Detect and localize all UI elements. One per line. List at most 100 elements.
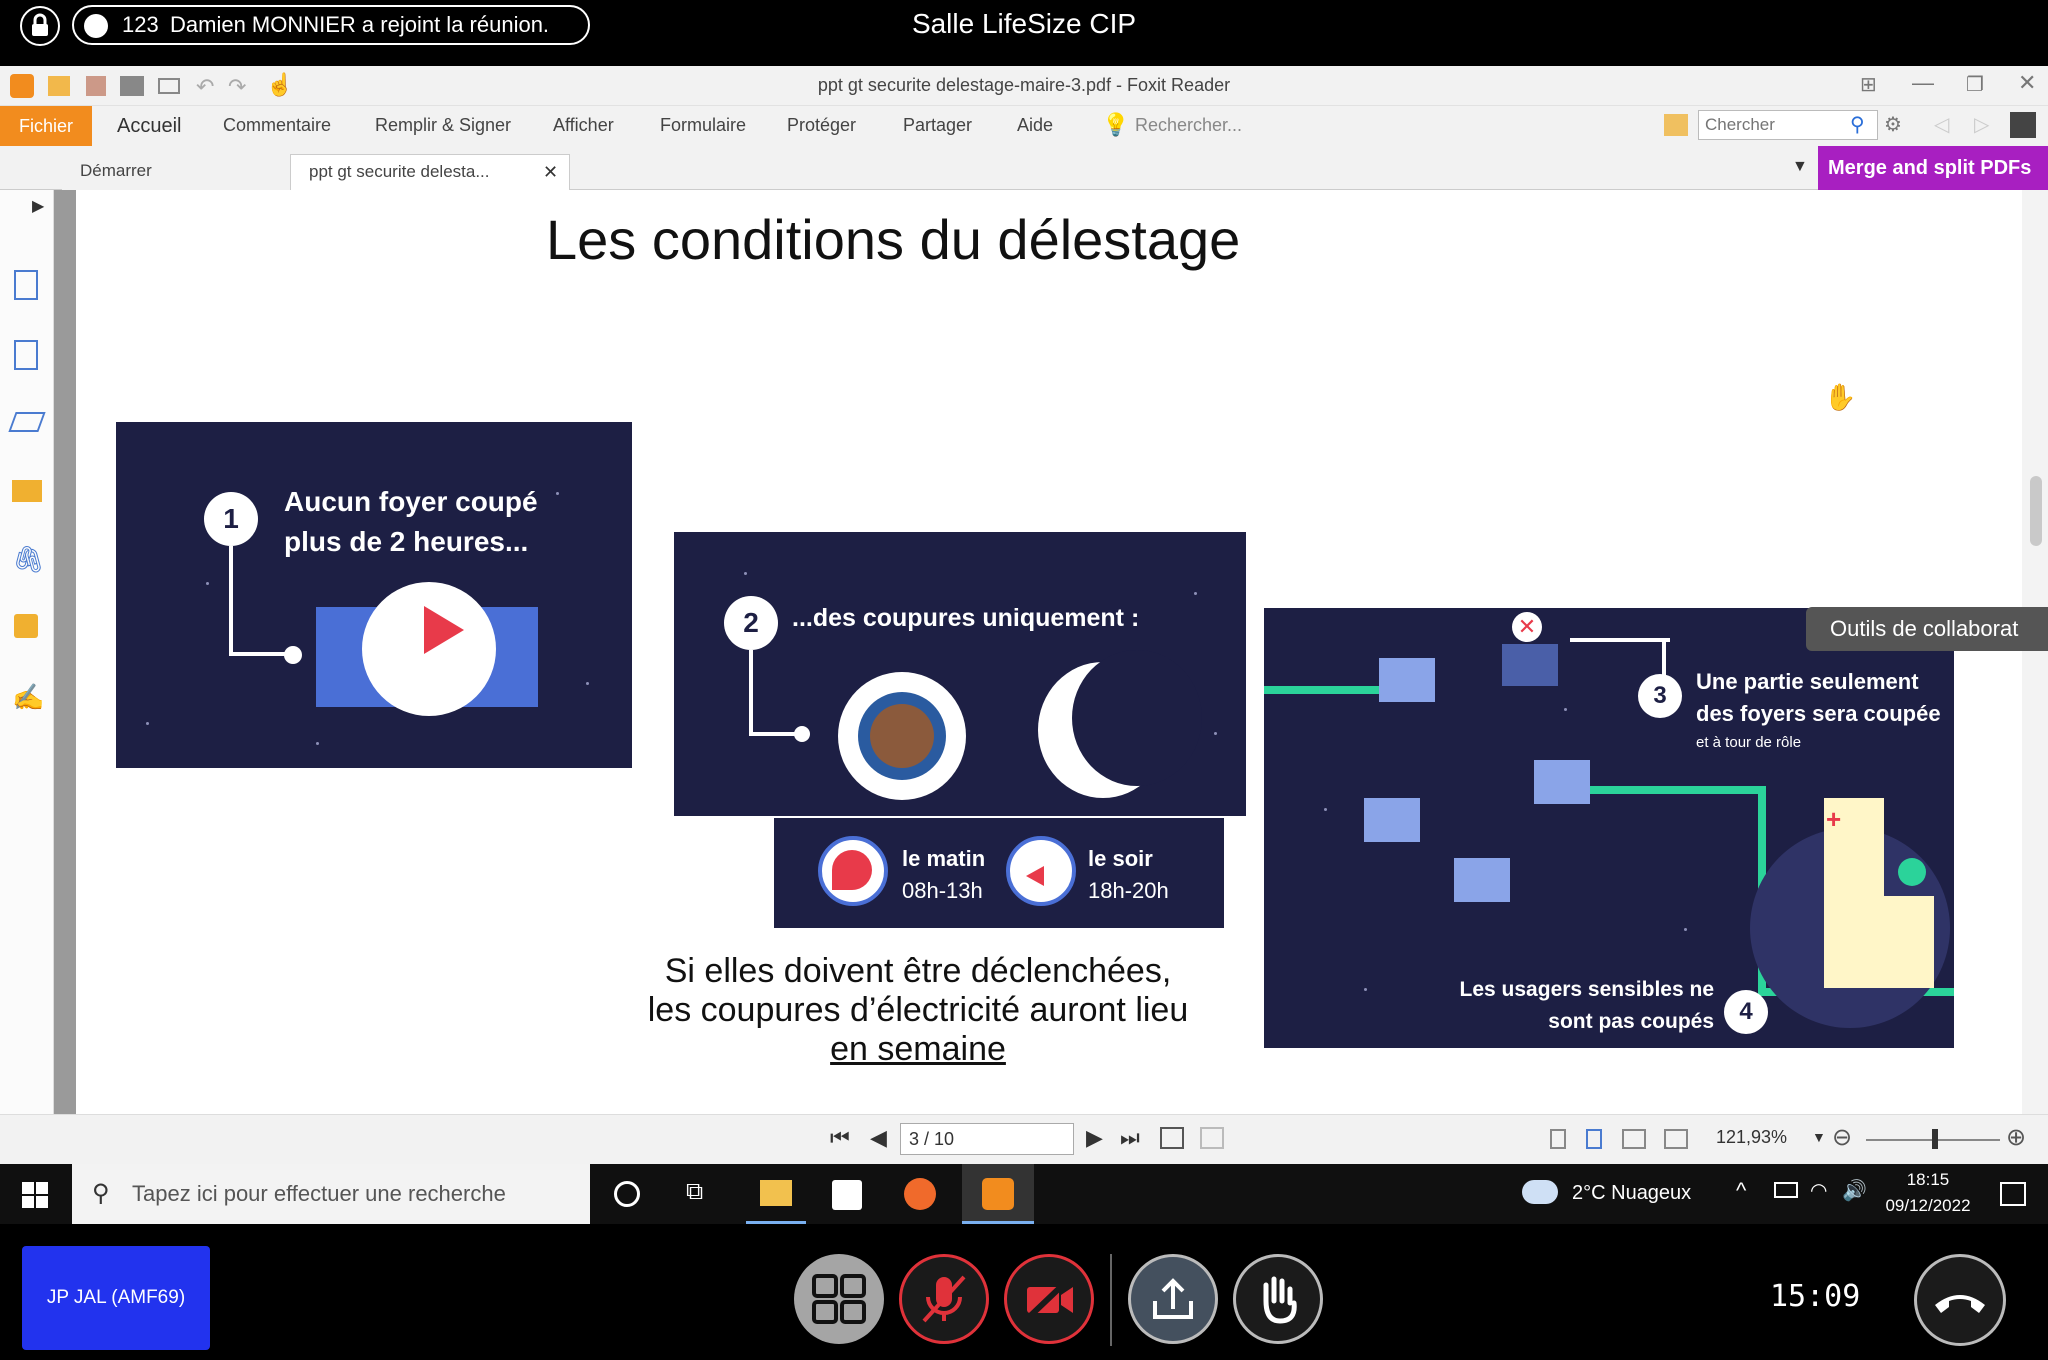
close-tab-icon[interactable]: ✕ <box>543 155 558 189</box>
continuous-icon[interactable] <box>1586 1129 1602 1149</box>
notifications-icon[interactable] <box>2000 1182 2026 1206</box>
chevron-up-icon[interactable]: ^ <box>1736 1178 1746 1204</box>
bookmark-icon[interactable] <box>14 270 38 300</box>
close-icon[interactable]: ✕ <box>2018 70 2036 96</box>
house-icon <box>1454 858 1510 902</box>
step-number: 3 <box>1638 674 1682 718</box>
scroll-thumb[interactable] <box>2030 476 2042 546</box>
task-view-icon[interactable]: ⧉ <box>686 1178 703 1206</box>
tab-current-document[interactable]: ppt gt securite delesta... ✕ <box>290 154 570 190</box>
settings-gear-icon[interactable]: ⚙ <box>1884 112 1902 137</box>
ribbon-toggle-icon[interactable]: ⊞ <box>1860 72 1877 97</box>
collaboration-tools-button[interactable]: Outils de collaborat <box>1806 607 2048 651</box>
menu-remplir-signer[interactable]: Remplir & Signer <box>375 115 511 136</box>
vertical-scrollbar[interactable] <box>2022 190 2048 1114</box>
cortana-icon[interactable] <box>614 1181 640 1207</box>
camera-off-button[interactable] <box>1004 1254 1094 1344</box>
connector-line <box>749 650 753 736</box>
continuous-facing-icon[interactable] <box>1664 1129 1688 1149</box>
zoom-slider-thumb[interactable] <box>1932 1129 1938 1149</box>
clock-hand-icon <box>424 606 464 654</box>
windows-start-icon[interactable] <box>22 1182 48 1208</box>
menu-partager[interactable]: Partager <box>903 115 972 136</box>
power-off-icon: ✕ <box>1512 612 1542 642</box>
layout-grid-button[interactable] <box>794 1254 884 1344</box>
divider <box>1110 1254 1112 1346</box>
next-result-icon[interactable]: ▷ <box>1974 112 1989 137</box>
zoom-in-icon[interactable]: ⊕ <box>2006 1123 2026 1152</box>
menu-aide[interactable]: Aide <box>1017 115 1053 136</box>
taskbar-search[interactable]: ⚲ Tapez ici pour effectuer une recherche <box>72 1164 590 1224</box>
next-page-icon[interactable]: ▶ <box>1086 1125 1103 1151</box>
firefox-icon[interactable] <box>904 1178 936 1210</box>
phone-hangup-icon <box>1935 1295 1985 1313</box>
share-content-button[interactable] <box>1128 1254 1218 1344</box>
single-page-icon[interactable] <box>1550 1129 1566 1149</box>
foxit-taskbar-icon[interactable] <box>962 1164 1034 1224</box>
volume-icon[interactable]: 🔊 <box>1842 1178 1867 1203</box>
signature-icon[interactable]: ✍ <box>12 682 44 713</box>
pages-icon[interactable] <box>14 340 38 370</box>
share-upload-icon <box>1153 1278 1193 1319</box>
room-name: Salle LifeSize CIP <box>911 8 1137 39</box>
tab-demarrer[interactable]: Démarrer <box>62 154 292 190</box>
tabs-dropdown-icon[interactable]: ▼ <box>1792 158 1808 176</box>
menu-commentaire[interactable]: Commentaire <box>223 115 331 136</box>
self-user-tile[interactable]: JP JAL (AMF69) <box>22 1246 210 1350</box>
battery-icon[interactable] <box>1774 1182 1798 1198</box>
store-icon[interactable] <box>832 1180 862 1210</box>
layers-icon[interactable] <box>8 412 46 432</box>
menu-accueil[interactable]: Accueil <box>117 115 181 138</box>
camera-off-icon <box>1024 1276 1073 1322</box>
document-tabs: Démarrer ppt gt securite delesta... ✕ ▼ <box>0 146 2048 190</box>
menu-formulaire[interactable]: Formulaire <box>660 115 746 136</box>
zoom-out-icon[interactable]: ⊖ <box>1832 1123 1852 1152</box>
comments-icon[interactable] <box>12 480 42 502</box>
raise-hand-button[interactable] <box>1233 1254 1323 1344</box>
weather[interactable]: 2°C Nuageux <box>1572 1182 1691 1205</box>
file-explorer-icon[interactable] <box>746 1164 806 1224</box>
connector-line <box>749 732 799 736</box>
search-icon[interactable]: ⚲ <box>1850 112 1865 137</box>
step-number: 2 <box>724 596 778 650</box>
wifi-icon[interactable]: ◠ <box>1810 1178 1827 1203</box>
panel1-text: Aucun foyer coupé plus de 2 heures... <box>284 486 538 557</box>
find-folder-icon[interactable] <box>1664 114 1688 136</box>
taskbar-search-placeholder: Tapez ici pour effectuer une recherche <box>132 1181 506 1206</box>
caption-emphasis: en semaine <box>830 1030 1006 1068</box>
slide-title: Les conditions du délestage <box>546 208 1241 271</box>
menu-proteger[interactable]: Protéger <box>787 115 856 136</box>
panel-cut-times: 2 ...des coupures uniquement : <box>674 532 1246 816</box>
rotate-view-icon[interactable] <box>1160 1127 1184 1149</box>
slide-caption: Si elles doivent être déclenchées, les c… <box>618 952 1218 1069</box>
hand-icon <box>1263 1276 1297 1324</box>
taskbar-time: 18:15 <box>1906 1170 1950 1189</box>
facing-icon[interactable] <box>1622 1129 1646 1149</box>
title-bar: ↶ ↷ ☝ ppt gt securite delestage-maire-3.… <box>0 66 2048 106</box>
menu-fichier[interactable]: Fichier <box>0 106 92 146</box>
attachment-icon[interactable]: 🖇 <box>12 544 45 575</box>
zoom-level[interactable]: 121,93% <box>1716 1127 1787 1148</box>
restore-icon[interactable]: ❐ <box>1966 72 1984 97</box>
merge-split-button[interactable]: Merge and split PDFs <box>1818 146 2048 190</box>
expand-panel-icon[interactable]: ▶ <box>32 196 44 216</box>
security-lock-icon[interactable] <box>14 614 38 638</box>
reflow-icon[interactable] <box>1200 1127 1224 1149</box>
rechercher-tell-me[interactable]: Rechercher... <box>1135 115 1242 136</box>
prev-result-icon[interactable]: ◁ <box>1934 112 1949 137</box>
panel-splitter[interactable] <box>54 190 76 1114</box>
window-title: ppt gt securite delestage-maire-3.pdf - … <box>817 75 1231 95</box>
morning-slice <box>832 850 872 890</box>
minimize-icon[interactable]: — <box>1912 70 1934 96</box>
lightbulb-icon: 💡 <box>1102 112 1130 137</box>
last-page-icon[interactable]: ⏭ <box>1120 1125 1140 1151</box>
menu-afficher[interactable]: Afficher <box>553 115 614 136</box>
prev-page-icon[interactable]: ◀ <box>870 1125 887 1151</box>
first-page-icon[interactable]: ⏮ <box>830 1125 850 1151</box>
mute-microphone-button[interactable] <box>899 1254 989 1344</box>
tab-label: ppt gt securite delesta... <box>309 162 490 181</box>
page-number-field[interactable]: 3 / 10 <box>900 1123 1074 1155</box>
hang-up-button[interactable] <box>1914 1254 2006 1346</box>
account-icon[interactable] <box>2010 112 2036 138</box>
zoom-dropdown-icon[interactable]: ▼ <box>1812 1129 1826 1145</box>
